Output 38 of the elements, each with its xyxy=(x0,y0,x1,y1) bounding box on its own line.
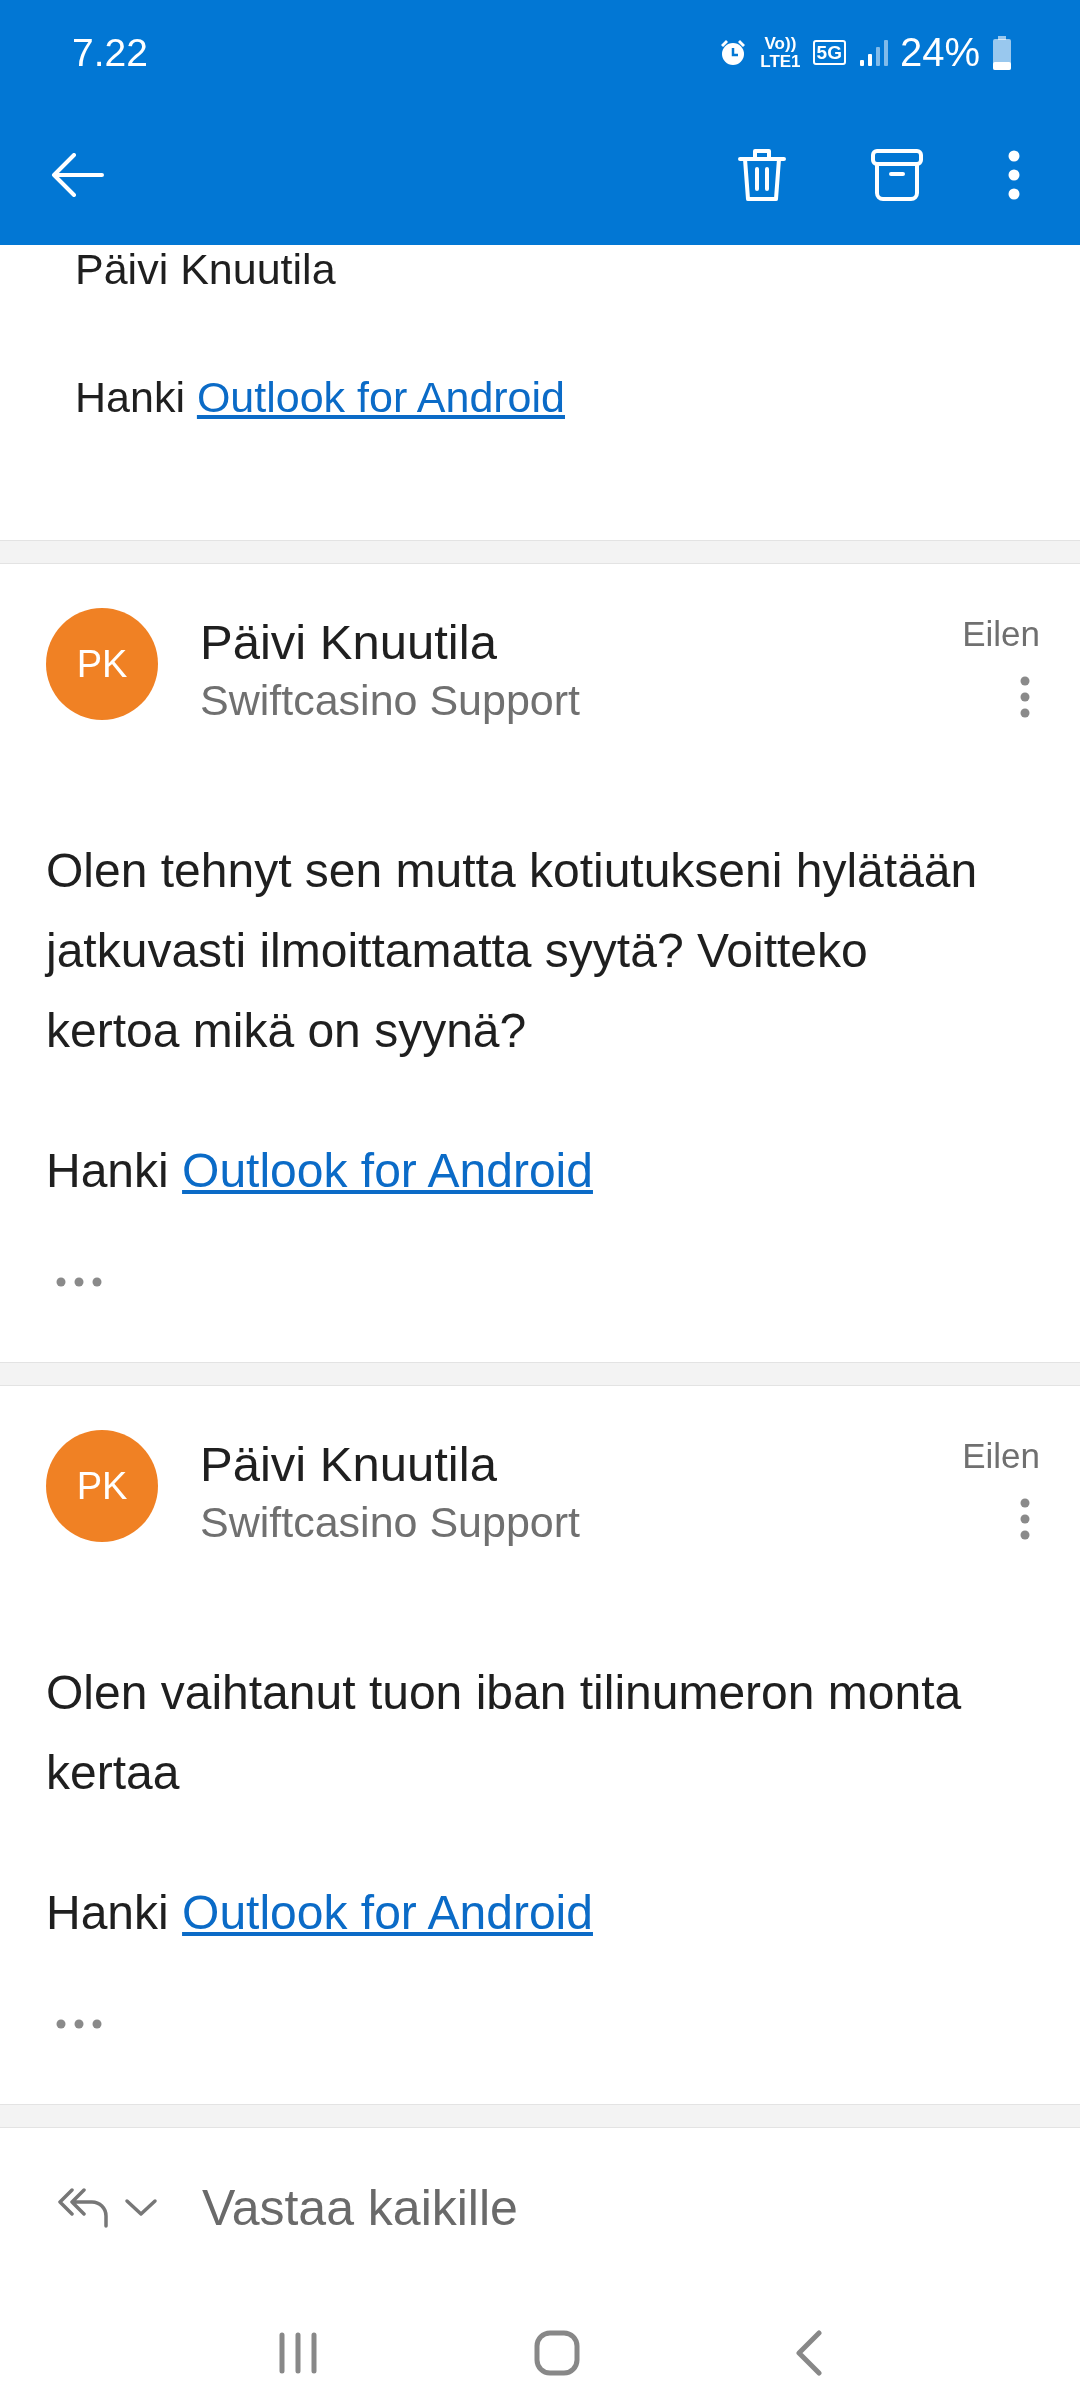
more-icon[interactable] xyxy=(1008,150,1020,200)
sender-name: Päivi Knuutila xyxy=(200,1436,498,1493)
message-date: Eilen xyxy=(962,1436,1040,1476)
footer-text: Hanki Outlook for Android xyxy=(75,373,566,421)
recent-apps-icon[interactable] xyxy=(277,2332,320,2374)
outlook-link[interactable]: Outlook for Android xyxy=(182,1144,593,1197)
delete-icon[interactable] xyxy=(738,147,786,203)
outlook-link[interactable]: Outlook for Android xyxy=(196,373,565,421)
avatar: PK xyxy=(46,1430,158,1542)
outlook-link[interactable]: Outlook for Android xyxy=(182,1886,593,1939)
home-icon[interactable] xyxy=(534,2330,580,2376)
show-quoted-icon[interactable] xyxy=(56,2019,102,2029)
show-quoted-icon[interactable] xyxy=(56,1277,102,1287)
message-date: Eilen xyxy=(962,614,1040,654)
volte-label: Vo)) xyxy=(764,34,797,53)
battery-icon xyxy=(992,35,1012,70)
back-icon[interactable] xyxy=(794,2330,823,2376)
message-body: Olen vaihtanut tuon iban tilinumeron monta kertaa xyxy=(46,1665,963,1801)
back-icon[interactable] xyxy=(50,153,106,197)
footer-text: Hanki Outlook for Android xyxy=(46,1885,594,1941)
reply-all-button[interactable]: Vastaa kaikille xyxy=(202,2179,518,2237)
avatar: PK xyxy=(46,608,158,720)
message-body: Olen tehnyt sen mutta kotiutukseni hylätään jatkuvasti ilmoittamatta syytä? Voitteko kertoa mikä on syynä? xyxy=(46,843,979,1059)
signature-name: Päivi Knuutila xyxy=(75,245,337,293)
recipient-name: Swiftcasino Support xyxy=(200,1497,581,1548)
archive-icon[interactable] xyxy=(871,149,923,201)
recipient-name: Swiftcasino Support xyxy=(200,675,581,726)
battery-percent: 24% xyxy=(899,30,980,75)
network-label: LTE1 xyxy=(760,52,801,71)
reply-all-icon[interactable] xyxy=(58,2186,110,2230)
footer-text: Hanki Outlook for Android xyxy=(46,1143,594,1199)
network-type-badge: 5G xyxy=(812,40,846,65)
sender-name: Päivi Knuutila xyxy=(200,614,498,671)
caret-icon[interactable] xyxy=(124,2198,158,2218)
more-icon[interactable] xyxy=(1020,676,1030,718)
status-time: 7.22 xyxy=(72,30,148,75)
more-icon[interactable] xyxy=(1020,1498,1030,1540)
signal-icon xyxy=(857,37,888,68)
